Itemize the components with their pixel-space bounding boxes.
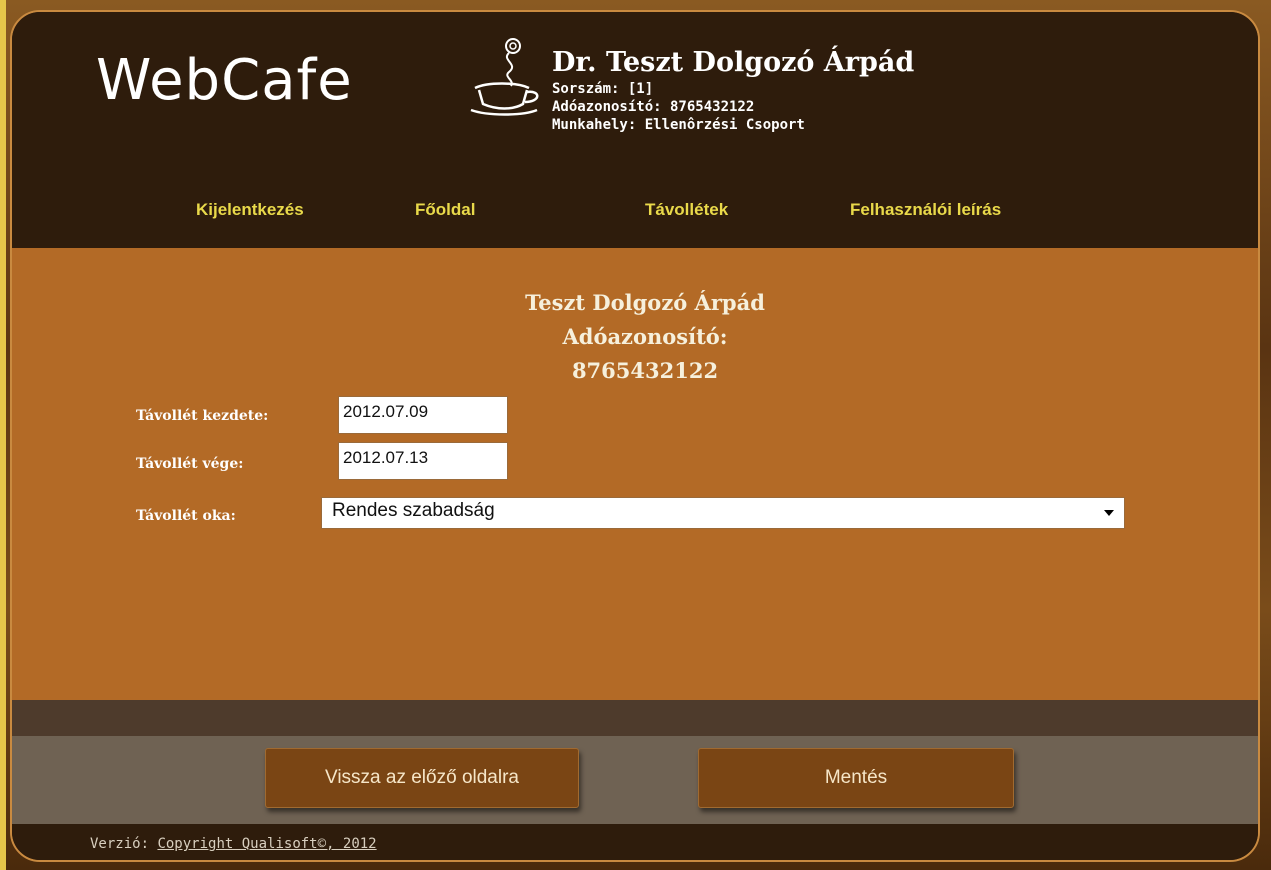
- coffee-cup-icon: [470, 38, 539, 116]
- reason-select[interactable]: Rendes szabadság: [321, 497, 1125, 529]
- divider-strip: [12, 700, 1258, 736]
- user-info: Dr. Teszt Dolgozó Árpád Sorszám: [1] Adó…: [552, 46, 914, 134]
- end-date-label: Távollét vége:: [136, 456, 244, 472]
- start-date-input[interactable]: 2012.07.09: [338, 396, 508, 434]
- header: WebCafe Dr. Teszt Dolgozó Árpád Sorszám:…: [12, 12, 1258, 248]
- save-button[interactable]: Mentés: [698, 748, 1014, 808]
- app-frame: WebCafe Dr. Teszt Dolgozó Árpád Sorszám:…: [10, 10, 1260, 862]
- employee-name: Teszt Dolgozó Árpád: [525, 290, 765, 315]
- start-date-label: Távollét kezdete:: [136, 408, 269, 424]
- user-tax-id: Adóazonosító: 8765432122: [552, 99, 755, 115]
- nav-user-guide[interactable]: Felhasználói leírás: [850, 200, 1001, 220]
- reason-label: Távollét oka:: [136, 508, 236, 524]
- copyright-link[interactable]: Copyright Qualisoft©, 2012: [157, 836, 376, 852]
- employee-tax-label: Adóazonosító:: [562, 324, 728, 349]
- dropdown-arrow-icon: [1104, 510, 1114, 516]
- nav-absences[interactable]: Távollétek: [645, 200, 728, 220]
- main-content: Teszt Dolgozó Árpád Adóazonosító: 876543…: [12, 248, 1258, 700]
- version-info: Verzió: Copyright Qualisoft©, 2012: [90, 836, 377, 852]
- reason-selected-value: Rendes szabadság: [332, 500, 495, 521]
- back-button[interactable]: Vissza az előző oldalra: [265, 748, 579, 808]
- version-label: Verzió:: [90, 836, 150, 852]
- end-date-input[interactable]: 2012.07.13: [338, 442, 508, 480]
- employee-header: Teszt Dolgozó Árpád Adóazonosító: 876543…: [22, 286, 1258, 388]
- webcafe-logo: WebCafe: [96, 48, 353, 113]
- employee-tax-value: 8765432122: [571, 358, 719, 383]
- nav-logout[interactable]: Kijelentkezés: [196, 200, 304, 220]
- main-nav: Kijelentkezés Főoldal Távollétek Felhasz…: [12, 200, 1258, 224]
- user-name: Dr. Teszt Dolgozó Árpád: [552, 47, 915, 78]
- user-sorszam: Sorszám: [1]: [552, 81, 654, 97]
- action-bar: Vissza az előző oldalra Mentés: [12, 736, 1258, 824]
- footer: Verzió: Copyright Qualisoft©, 2012: [12, 824, 1258, 860]
- user-workplace: Munkahely: Ellenôrzési Csoport: [552, 117, 805, 133]
- nav-home[interactable]: Főoldal: [415, 200, 475, 220]
